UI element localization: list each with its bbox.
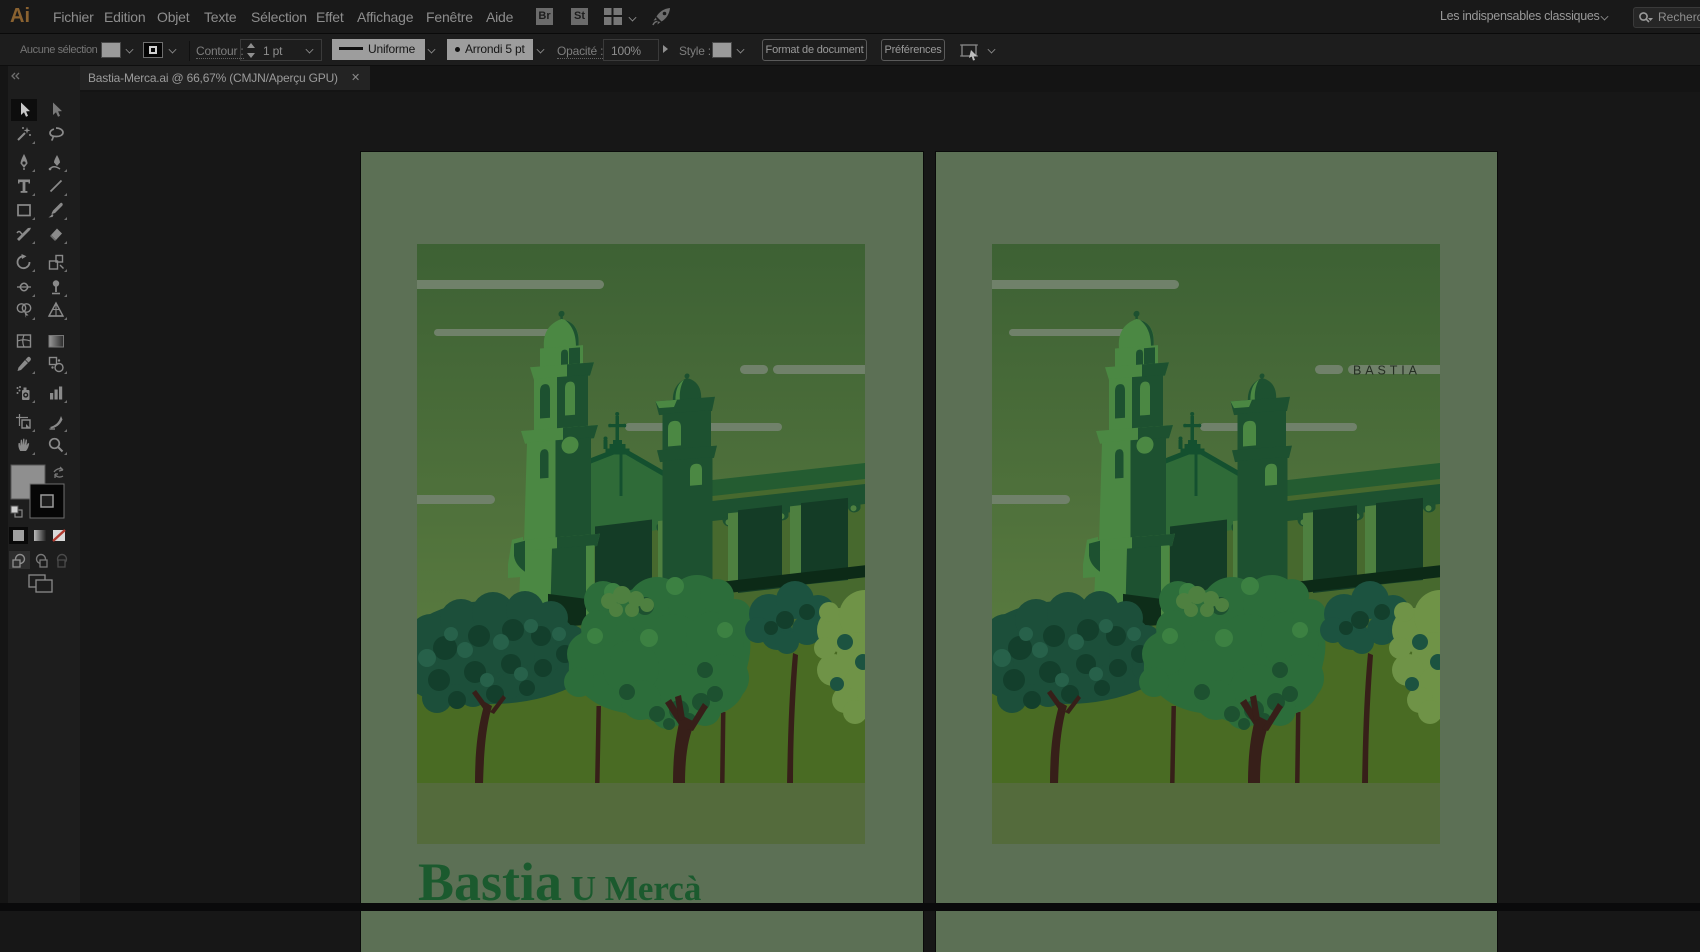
svg-text:BASTIA: BASTIA [1353, 364, 1421, 378]
